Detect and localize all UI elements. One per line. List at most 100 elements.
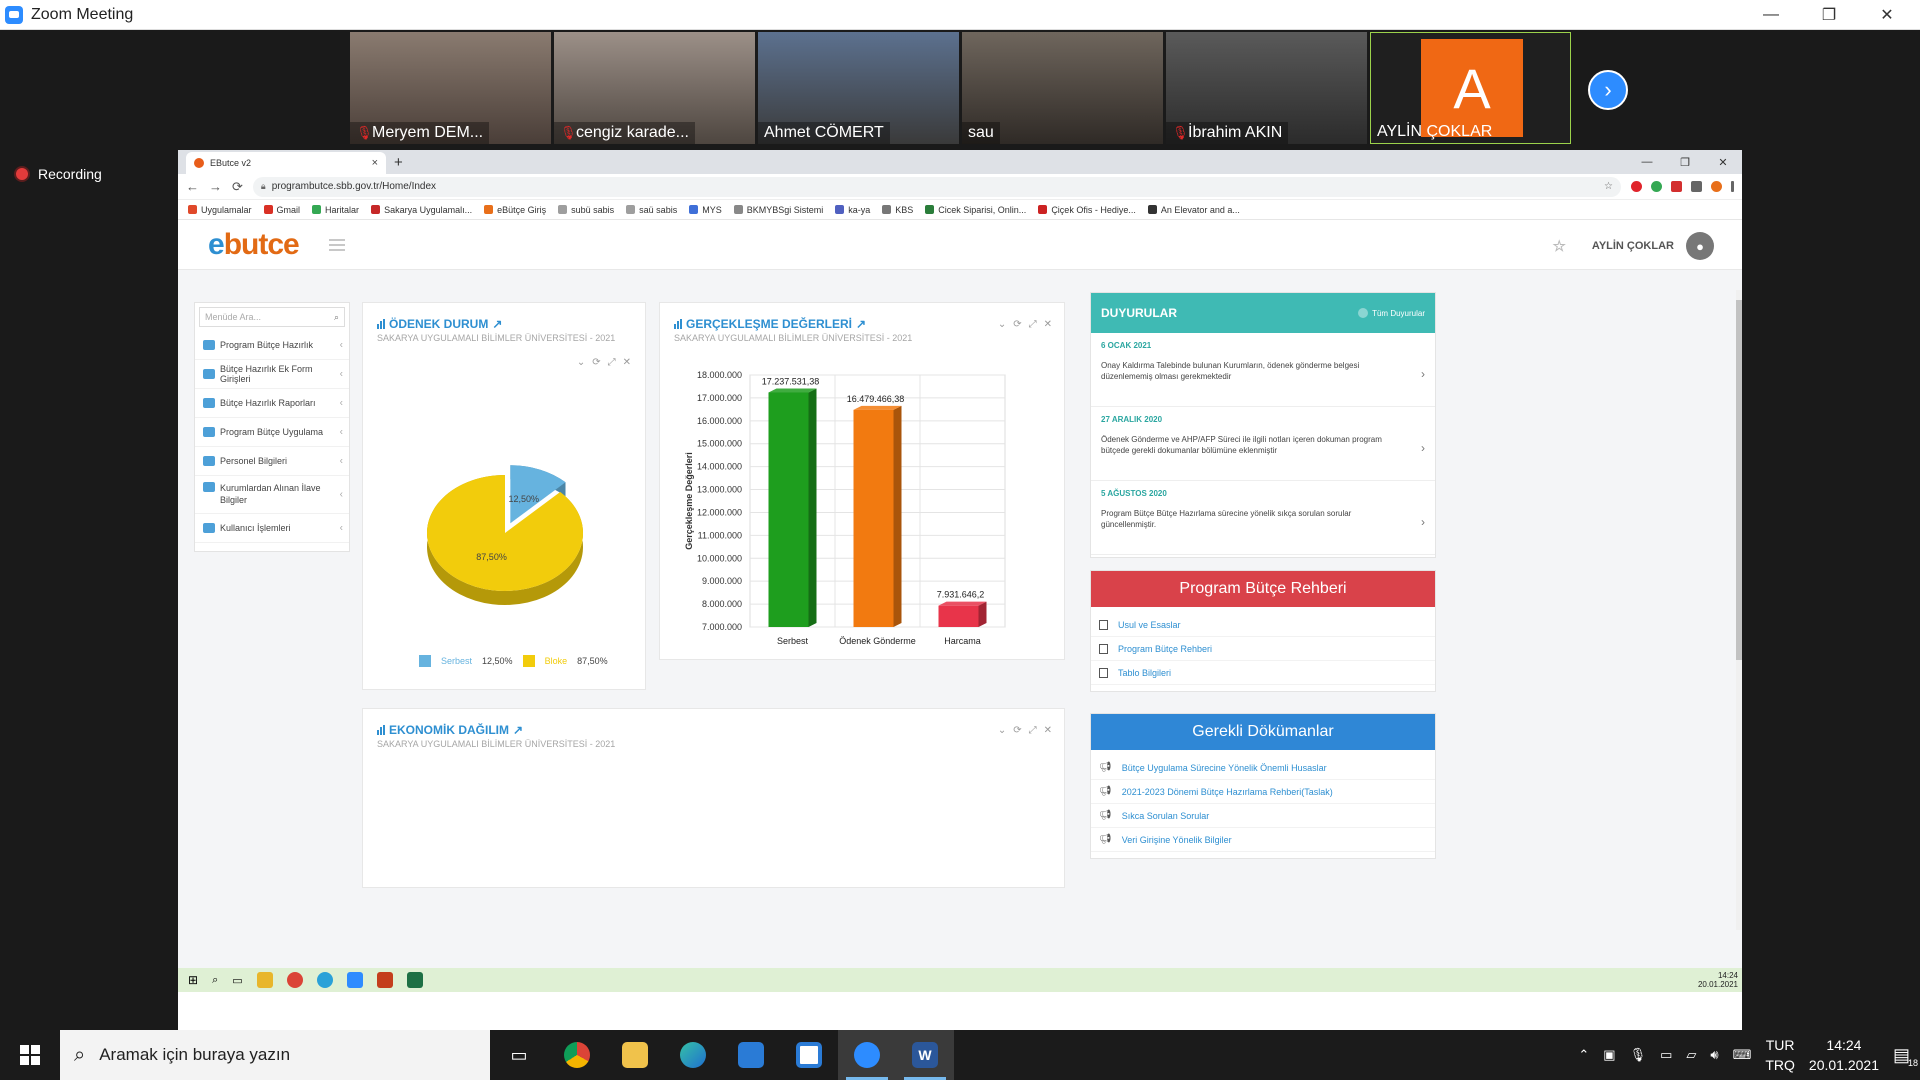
bookmark-item[interactable]: MYS	[689, 205, 722, 215]
bookmark-star-icon[interactable]: ☆	[1604, 181, 1613, 192]
tab-close-icon[interactable]: ×	[372, 157, 378, 169]
volume-icon[interactable]: 🔊︎	[1710, 1047, 1718, 1063]
bookmark-item[interactable]: Uygulamalar	[188, 205, 252, 215]
announcement-item[interactable]: 27 ARALIK 2020 Ödenek Gönderme ve AHP/AFP…	[1091, 407, 1435, 481]
guide-link[interactable]: Program Bütçe Rehberi	[1091, 637, 1435, 661]
close-icon[interactable]: ✕	[623, 357, 631, 368]
sidebar-menu-item[interactable]: Kullanıcı İşlemleri ‹	[195, 514, 349, 543]
mail-icon[interactable]	[722, 1030, 780, 1080]
external-link-icon[interactable]: ↗	[492, 317, 502, 331]
sidebar-menu-item[interactable]: Bütçe Hazırlık Raporları ‹	[195, 389, 349, 418]
task-view-icon[interactable]: ▭	[232, 974, 242, 987]
browser-close-button[interactable]: ✕	[1704, 150, 1742, 174]
collapse-icon[interactable]: ⌄	[577, 357, 585, 368]
search-icon[interactable]: ⌕	[212, 974, 218, 987]
forward-icon[interactable]: →	[209, 179, 222, 194]
store-icon[interactable]	[780, 1030, 838, 1080]
legend-label[interactable]: Serbest	[441, 656, 472, 666]
notification-icon[interactable]: ▤ 18	[1893, 1045, 1918, 1068]
bookmark-item[interactable]: subü sabis	[558, 205, 614, 215]
all-announcements-link[interactable]: Tüm Duyurular	[1358, 308, 1425, 318]
guide-link[interactable]: Tablo Bilgileri	[1091, 661, 1435, 685]
participant-tile[interactable]: 🎙︎ Meryem DEM...	[350, 32, 551, 144]
file-explorer-icon[interactable]	[606, 1030, 664, 1080]
legend-label[interactable]: Bloke	[545, 656, 568, 666]
task-view-icon[interactable]: ▭	[490, 1030, 548, 1080]
ebutce-logo[interactable]: ebutce	[208, 228, 300, 262]
chrome-taskbar-icon[interactable]	[548, 1030, 606, 1080]
battery-icon[interactable]: ▭	[1660, 1047, 1672, 1063]
collapse-icon[interactable]: ⌄	[998, 725, 1006, 736]
sidebar-menu-item[interactable]: Program Bütçe Hazırlık ‹	[195, 331, 349, 360]
back-icon[interactable]: ←	[186, 179, 199, 194]
powerpoint-icon[interactable]	[376, 972, 393, 988]
edge-icon[interactable]	[316, 972, 333, 988]
sidebar-menu-item[interactable]: Bütçe Hazırlık Ek Form Girişleri ‹	[195, 360, 349, 389]
chevron-up-icon[interactable]: ⌃	[1578, 1047, 1589, 1063]
kebab-menu-icon[interactable]	[1731, 181, 1734, 192]
search-icon[interactable]: ⌕	[334, 312, 339, 323]
close-button[interactable]: ✕	[1858, 0, 1916, 30]
bookmark-item[interactable]: ka-ya	[835, 205, 870, 215]
hamburger-icon[interactable]	[328, 238, 345, 251]
edge-taskbar-icon[interactable]	[664, 1030, 722, 1080]
participant-tile-active[interactable]: A AYLİN ÇOKLAR	[1370, 32, 1571, 144]
bookmark-item[interactable]: Haritalar	[312, 205, 359, 215]
guide-link[interactable]: Usul ve Esaslar	[1091, 613, 1435, 637]
participant-tile[interactable]: 🎙︎ İbrahim AKIN	[1166, 32, 1367, 144]
document-link[interactable]: 📢︎ 2021-2023 Dönemi Bütçe Hazırlama Rehbe…	[1091, 780, 1435, 804]
bookmark-item[interactable]: eBütçe Giriş	[484, 205, 546, 215]
extension-icon[interactable]	[1671, 181, 1682, 192]
external-link-icon[interactable]: ↗	[513, 723, 523, 737]
microphone-icon[interactable]: 🎙︎	[1630, 1047, 1647, 1063]
collapse-icon[interactable]: ⌄	[998, 319, 1006, 330]
document-link[interactable]: 📢︎ Sıkca Sorulan Sorular	[1091, 804, 1435, 828]
bar[interactable]	[853, 409, 894, 627]
refresh-icon[interactable]: ⟳	[592, 357, 600, 368]
zoom-icon[interactable]	[346, 972, 363, 988]
sidebar-menu-item[interactable]: Personel Bilgileri ‹	[195, 447, 349, 476]
bookmark-item[interactable]: Sakarya Uygulamalı...	[371, 205, 472, 215]
keyboard-icon[interactable]: ⌨	[1733, 1047, 1752, 1063]
bookmark-item[interactable]: BKMYBSgi Sistemi	[733, 205, 823, 215]
bookmark-item[interactable]: saü sabis	[626, 205, 677, 215]
restore-button[interactable]: ❐	[1800, 0, 1858, 30]
star-icon[interactable]: ☆	[1552, 237, 1565, 255]
bar[interactable]	[768, 392, 809, 627]
reload-icon[interactable]: ⟳	[232, 179, 243, 195]
camera-icon[interactable]: ▣	[1603, 1047, 1615, 1063]
document-link[interactable]: 📢︎ Bütçe Uygulama Sürecine Yönelik Önemli…	[1091, 756, 1435, 780]
next-page-icon[interactable]: ›	[1588, 70, 1628, 110]
profile-avatar[interactable]	[1711, 181, 1722, 192]
extension-icon[interactable]	[1651, 181, 1662, 192]
browser-tab[interactable]: EButce v2 ×	[186, 152, 386, 174]
new-tab-button[interactable]: +	[394, 154, 403, 171]
windows-icon[interactable]: ⊞	[188, 973, 198, 987]
bookmark-item[interactable]: KBS	[882, 205, 913, 215]
taskbar-clock[interactable]: 14:24 20.01.2021	[1809, 1035, 1879, 1075]
document-link[interactable]: 📢︎ Veri Girişine Yönelik Bilgiler	[1091, 828, 1435, 852]
browser-minimize-button[interactable]: —	[1628, 150, 1666, 174]
external-link-icon[interactable]: ↗	[856, 317, 866, 331]
bookmark-item[interactable]: An Elevator and a...	[1147, 205, 1240, 215]
participant-tile[interactable]: sau	[962, 32, 1163, 144]
expand-icon[interactable]: ⤢	[1029, 725, 1037, 736]
announcement-item[interactable]: 5 AĞUSTOS 2020 Program Bütçe Bütçe Hazırl…	[1091, 481, 1435, 555]
close-icon[interactable]: ✕	[1044, 725, 1052, 736]
bookmark-item[interactable]: Cicek Siparisi, Onlin...	[925, 205, 1026, 215]
pie-slice[interactable]	[427, 475, 583, 591]
sidebar-menu-item[interactable]: Program Bütçe Uygulama ‹	[195, 418, 349, 447]
network-icon[interactable]: ▱	[1686, 1047, 1696, 1063]
start-button[interactable]	[0, 1030, 60, 1080]
language-indicator[interactable]: TUR TRQ	[1765, 1035, 1795, 1075]
user-name[interactable]: AYLİN ÇOKLAR	[1592, 240, 1674, 252]
sidebar-menu-item[interactable]: Kurumlardan Alınan İlave Bilgiler ‹	[195, 476, 349, 514]
browser-maximize-button[interactable]: ❐	[1666, 150, 1704, 174]
excel-icon[interactable]	[406, 972, 423, 988]
puzzle-icon[interactable]	[1691, 181, 1702, 192]
refresh-icon[interactable]: ⟳	[1013, 725, 1021, 736]
bookmark-item[interactable]: Gmail	[263, 205, 300, 215]
refresh-icon[interactable]: ⟳	[1013, 319, 1021, 330]
bar[interactable]	[938, 605, 979, 627]
minimize-button[interactable]: —	[1742, 0, 1800, 30]
